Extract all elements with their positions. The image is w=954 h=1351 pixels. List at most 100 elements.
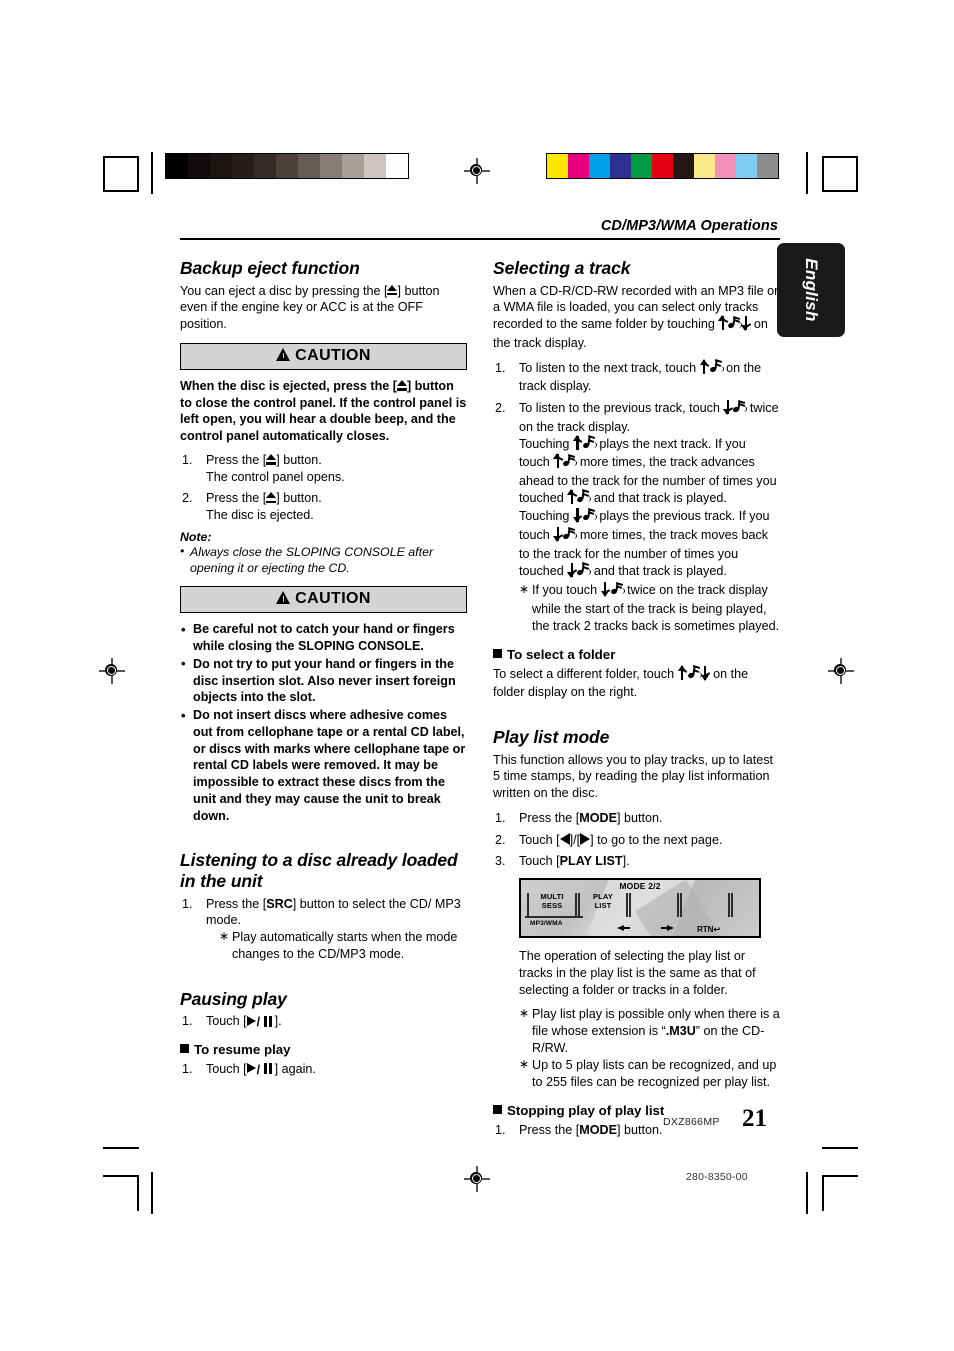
display-separator (575, 893, 580, 918)
step-text-pre: To listen to the previous track, touch (519, 401, 720, 416)
step-item: 1. Touch [/] again. (180, 1061, 467, 1078)
play-list-button-label: PLAY LIST (559, 854, 623, 869)
play-list-mode-body: This function allows you to play tracks,… (493, 752, 773, 801)
header-rule (180, 238, 780, 240)
crop-mark-bottom-left-v (137, 1175, 139, 1211)
crop-mark-bottom-left-h2 (103, 1175, 139, 1177)
sub-heading-stopping-play: Stopping play of play list (493, 1103, 780, 1119)
warning-triangle-icon (276, 591, 291, 605)
step-text-post: ] button. (616, 810, 663, 825)
step-text-pre: Touch [ (206, 1014, 247, 1029)
step-text-pre: Touch [ (519, 832, 560, 847)
grayscale-swatch (320, 154, 342, 178)
step-number: 2. (495, 401, 506, 416)
resume-steps: 1. Touch [/] again. (180, 1061, 467, 1078)
right-column: Selecting a track When a CD-R/CD-RW reco… (493, 258, 780, 1144)
step-item: 1. Press the [MODE] button. (493, 810, 780, 827)
step-text-pre: Touch [ (206, 1061, 247, 1076)
footer-document-code: 280-8350-00 (686, 1171, 748, 1183)
section-heading-play-list-mode: Play list mode (493, 727, 610, 748)
crop-mark-top-right-v2 (856, 156, 858, 192)
caution-bullet: Be careful not to catch your hand or fin… (180, 621, 467, 654)
display-separator (728, 893, 733, 918)
color-swatch (610, 154, 631, 178)
eject-icon (266, 492, 277, 504)
color-swatch (547, 154, 568, 178)
step-text-post: ]. (274, 1014, 282, 1029)
bleed-mark-top-right (806, 152, 808, 194)
sub-heading-label: Stopping play of play list (507, 1102, 665, 1118)
section-heading-backup-eject: Backup eject function (180, 258, 360, 278)
crop-mark-top-right-h (822, 190, 858, 192)
mode-button-label: MODE (579, 1122, 617, 1137)
bleed-mark-bottom-right (806, 1172, 808, 1214)
step-item: 1. To listen to the next track, touch on … (493, 358, 780, 395)
bleed-mark-top-left (151, 152, 153, 194)
note-item: Always close the SLOPING CONSOLE after o… (180, 543, 467, 577)
track-down-icon (723, 399, 748, 419)
selecting-track-steps: 1. To listen to the next track, touch on … (493, 358, 780, 635)
play-pause-icon: / (246, 1015, 275, 1029)
color-swatch (652, 154, 673, 178)
crop-mark-top-left-h (103, 156, 139, 158)
play-list-after-body: The operation of selecting the play list… (519, 949, 756, 997)
color-swatch (736, 154, 757, 178)
step-text-mid: ]/[ (569, 832, 581, 847)
step-subtext: The control panel opens. (206, 469, 345, 484)
display-return-label: RTN↩ (697, 925, 721, 935)
caution1-steps: 1. Press the [] button. The control panel … (180, 452, 467, 524)
sub-heading-label: To resume play (194, 1041, 291, 1057)
step-item: 3. Touch [PLAY LIST]. (493, 853, 780, 870)
caution1-warning-text: When the disc is ejected, press the [] b… (180, 378, 467, 444)
sub-heading-label: To select a folder (507, 646, 616, 662)
grayscale-swatch (364, 154, 386, 178)
mode-button-label: MODE (579, 810, 617, 825)
crop-mark-bottom-left-h (103, 1147, 139, 1149)
crop-mark-top-right-v (822, 156, 824, 192)
track-down-icon (567, 562, 592, 582)
play-pause-icon: / (246, 1063, 275, 1077)
step-text-post: ]. (622, 854, 630, 869)
grayscale-step-wedge (165, 153, 409, 179)
caution-banner-1: CAUTION (180, 342, 467, 370)
track-up-down-icon (718, 315, 752, 335)
bullet-square-icon (493, 1105, 502, 1115)
registration-target-icon-right (828, 658, 854, 684)
step-text-post: ] again. (274, 1061, 316, 1076)
display-separator (626, 893, 631, 918)
display-mode-label: MODE 2/2 (619, 881, 661, 892)
display-underline (525, 916, 583, 918)
color-swatch (568, 154, 589, 178)
two-column-layout: Backup eject function You can eject a di… (180, 258, 780, 1144)
device-display-illustration: MODE 2/2 MULTI SESS PLAY LIST MP3/WMA RT… (519, 878, 761, 939)
track-up-down-icon (677, 664, 711, 685)
key-line-2: SESS (541, 901, 563, 911)
eject-icon (396, 379, 407, 391)
play-list-steps: 1. Press the [MODE] button. 2. Touch []/[]… (493, 810, 780, 870)
star-note-item: Up to 5 play lists can be recognized, an… (519, 1057, 780, 1090)
registration-target-icon (464, 158, 490, 184)
color-control-bar (546, 153, 779, 179)
display-prev-arrow-icon (617, 924, 630, 933)
track-star-note: If you touch twice on the track display … (519, 581, 780, 634)
track-up-icon (572, 434, 597, 455)
grayscale-swatch (386, 154, 408, 178)
backup-eject-body: You can eject a disc by pressing the [] … (180, 283, 440, 332)
left-column: Backup eject function You can eject a di… (180, 258, 467, 1144)
step-text-pre: Press the [ (206, 896, 267, 911)
stop-play-steps: 1. Press the [MODE] button. (493, 1122, 780, 1139)
step-text-post: ] to go to the next page. (590, 832, 723, 847)
eject-icon (266, 453, 277, 465)
crop-mark-bottom-right-h2 (822, 1147, 858, 1149)
step-number: 1. (495, 810, 506, 825)
registration-target-icon-bottom (464, 1166, 490, 1192)
display-key-play-list: PLAY LIST (582, 892, 624, 911)
note-label: Note: (180, 529, 212, 544)
arrow-right-icon (580, 832, 591, 845)
color-swatch (715, 154, 736, 178)
step-number: 1. (495, 1122, 506, 1137)
step-text-pre: Press the [ (519, 1122, 580, 1137)
display-format-indicator: MP3/WMA (530, 920, 563, 928)
step-item: 2. Touch []/[] to go to the next page. (493, 832, 780, 849)
display-separator (527, 893, 529, 918)
